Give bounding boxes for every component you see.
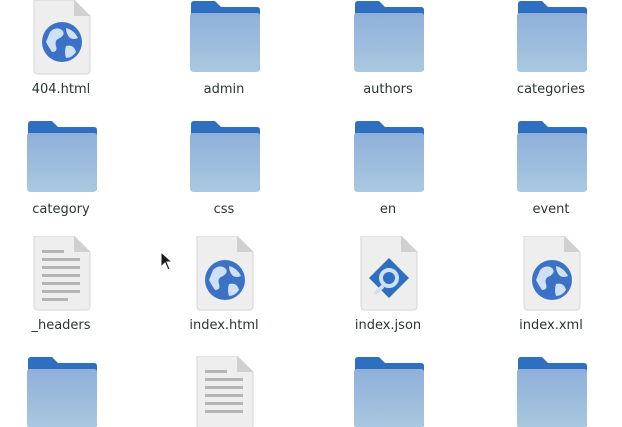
file-label: en: [379, 202, 397, 217]
file-label: index.xml: [519, 318, 583, 333]
file-label: event: [532, 202, 570, 217]
file-label: css: [213, 202, 235, 217]
folder-icon: [516, 120, 588, 196]
folder-icon: [353, 120, 425, 196]
html-file-icon: [189, 236, 261, 312]
file-label: category: [32, 202, 90, 217]
folder-icon: [516, 356, 588, 427]
json-file-icon: [353, 236, 425, 312]
folder-icon: [353, 0, 425, 76]
file-label: authors: [363, 82, 413, 97]
mouse-pointer-icon: [160, 250, 174, 271]
file-grid: 404.html admin authors categories catego…: [0, 0, 622, 427]
folder-icon: [26, 120, 98, 196]
file-label: _headers: [31, 318, 91, 333]
file-label: index.json: [354, 318, 422, 333]
file-label: index.html: [189, 318, 259, 333]
folder-icon: [353, 356, 425, 427]
html-file-icon: [516, 236, 588, 312]
file-label: admin: [203, 82, 245, 97]
html-file-icon: [26, 0, 98, 76]
file-label: categories: [516, 82, 586, 97]
folder-icon: [189, 0, 261, 76]
text-file-icon: [26, 236, 98, 312]
text-file-icon: [189, 356, 261, 427]
folder-icon: [516, 0, 588, 76]
folder-icon: [189, 120, 261, 196]
folder-icon: [26, 356, 98, 427]
file-label: 404.html: [31, 82, 91, 97]
